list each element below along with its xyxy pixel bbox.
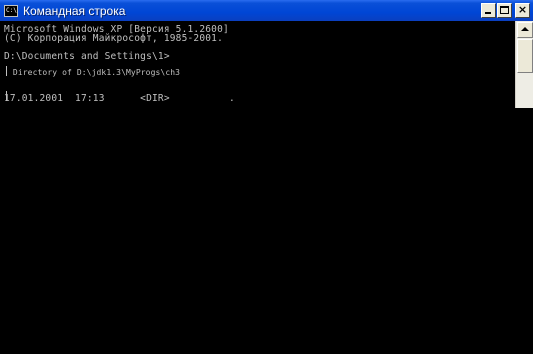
console-line-prompt: D:\Documents and Settings\1> — [4, 51, 170, 62]
console-line-directory: Directory of D:\jdk1.3\MyProgs\ch3 — [8, 68, 181, 77]
arrow-up-icon — [521, 27, 529, 31]
minimize-button[interactable] — [481, 3, 496, 18]
scrollbar-thumb[interactable] — [517, 39, 533, 73]
maximize-button[interactable] — [497, 3, 512, 18]
close-icon: × — [517, 3, 528, 16]
window-controls: × — [481, 3, 530, 18]
console-line-copyright: (С) Корпорация Майкрософт, 1985-2001. — [4, 33, 224, 44]
window-title: Командная строка — [23, 3, 126, 18]
minimize-icon — [485, 12, 491, 14]
command-prompt-window: C:\ Командная строка × Microsoft Windows… — [0, 0, 533, 108]
console-line-dir-entry: 17.01.2001 17:13 <DIR> . — [4, 93, 235, 104]
vertical-scrollbar[interactable] — [515, 21, 533, 108]
maximize-icon — [500, 6, 509, 14]
title-bar[interactable]: C:\ Командная строка × — [0, 0, 533, 21]
scroll-up-button[interactable] — [517, 22, 533, 38]
console-output[interactable]: Microsoft Windows XP [Версия 5.1.2600] (… — [0, 21, 515, 108]
text-cursor — [6, 66, 7, 76]
close-button[interactable]: × — [515, 3, 530, 18]
cmd-icon[interactable]: C:\ — [4, 4, 18, 17]
